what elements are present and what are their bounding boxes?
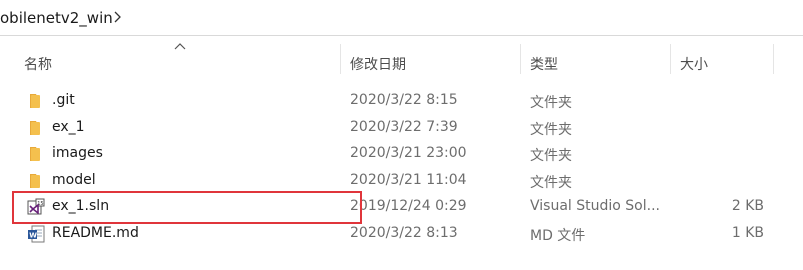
file-name: model — [52, 171, 96, 188]
file-name: ex_1.sln — [52, 198, 110, 214]
folder-icon — [30, 94, 40, 108]
file-date: 2020/3/22 8:13 — [350, 224, 458, 241]
sort-ascending-icon — [174, 43, 186, 50]
folder-icon — [30, 147, 40, 161]
folder-icon — [30, 173, 40, 188]
file-date: 2020/3/22 8:15 — [350, 92, 458, 108]
file-name: README.md — [52, 224, 139, 241]
file-size: 1 KB — [731, 224, 764, 241]
column-header-type[interactable]: 类型 — [530, 54, 558, 74]
svg-text:W: W — [29, 231, 37, 239]
column-divider[interactable] — [340, 44, 341, 74]
list-item[interactable]: ex_1 2020/3/22 7:39 文件夹 — [0, 115, 803, 142]
file-name: images — [52, 145, 103, 161]
file-type: 文件夹 — [530, 148, 572, 164]
address-bar[interactable]: obilenetv2_win — [0, 0, 803, 36]
column-header-date[interactable]: 修改日期 — [350, 54, 406, 74]
column-header-name[interactable]: 名称 — [24, 54, 52, 74]
file-type: MD 文件 — [530, 227, 586, 244]
column-divider[interactable] — [520, 44, 521, 74]
breadcrumb-folder[interactable]: obilenetv2_win — [0, 9, 113, 27]
chevron-right-icon[interactable] — [110, 9, 124, 25]
file-type: Visual Studio Sol... — [530, 198, 660, 214]
file-type: 文件夹 — [530, 95, 572, 111]
list-item[interactable]: model 2020/3/21 11:04 文件夹 — [0, 168, 803, 195]
column-header-size[interactable]: 大小 — [680, 54, 708, 74]
list-item[interactable]: images 2020/3/21 23:00 文件夹 — [0, 141, 803, 168]
file-size: 2 KB — [731, 198, 764, 214]
column-divider[interactable] — [773, 44, 774, 74]
column-divider[interactable] — [670, 44, 671, 74]
file-list: .git 2020/3/22 8:15 文件夹 ex_1 2020/3/22 7… — [0, 88, 803, 247]
folder-icon — [30, 120, 40, 135]
file-date: 2020/3/21 23:00 — [350, 145, 467, 161]
file-type: 文件夹 — [530, 121, 572, 138]
list-item[interactable]: 15 ex_1.sln 2019/12/24 0:29 Visual Studi… — [0, 194, 803, 221]
file-explorer-window: obilenetv2_win 名称 修改日期 类型 大小 .git 2020/3… — [0, 0, 803, 270]
file-date: 2019/12/24 0:29 — [350, 198, 467, 214]
list-item[interactable]: .git 2020/3/22 8:15 文件夹 — [0, 88, 803, 115]
file-name: .git — [52, 92, 75, 108]
word-document-icon: W — [28, 225, 45, 242]
column-header: 名称 修改日期 类型 大小 — [0, 36, 803, 82]
list-item[interactable]: W README.md 2020/3/22 8:13 MD 文件 1 KB — [0, 221, 803, 248]
file-type: 文件夹 — [530, 174, 572, 191]
file-date: 2020/3/21 11:04 — [350, 171, 467, 188]
visual-studio-solution-icon: 15 — [27, 198, 45, 215]
file-name: ex_1 — [52, 118, 85, 135]
file-date: 2020/3/22 7:39 — [350, 118, 458, 135]
